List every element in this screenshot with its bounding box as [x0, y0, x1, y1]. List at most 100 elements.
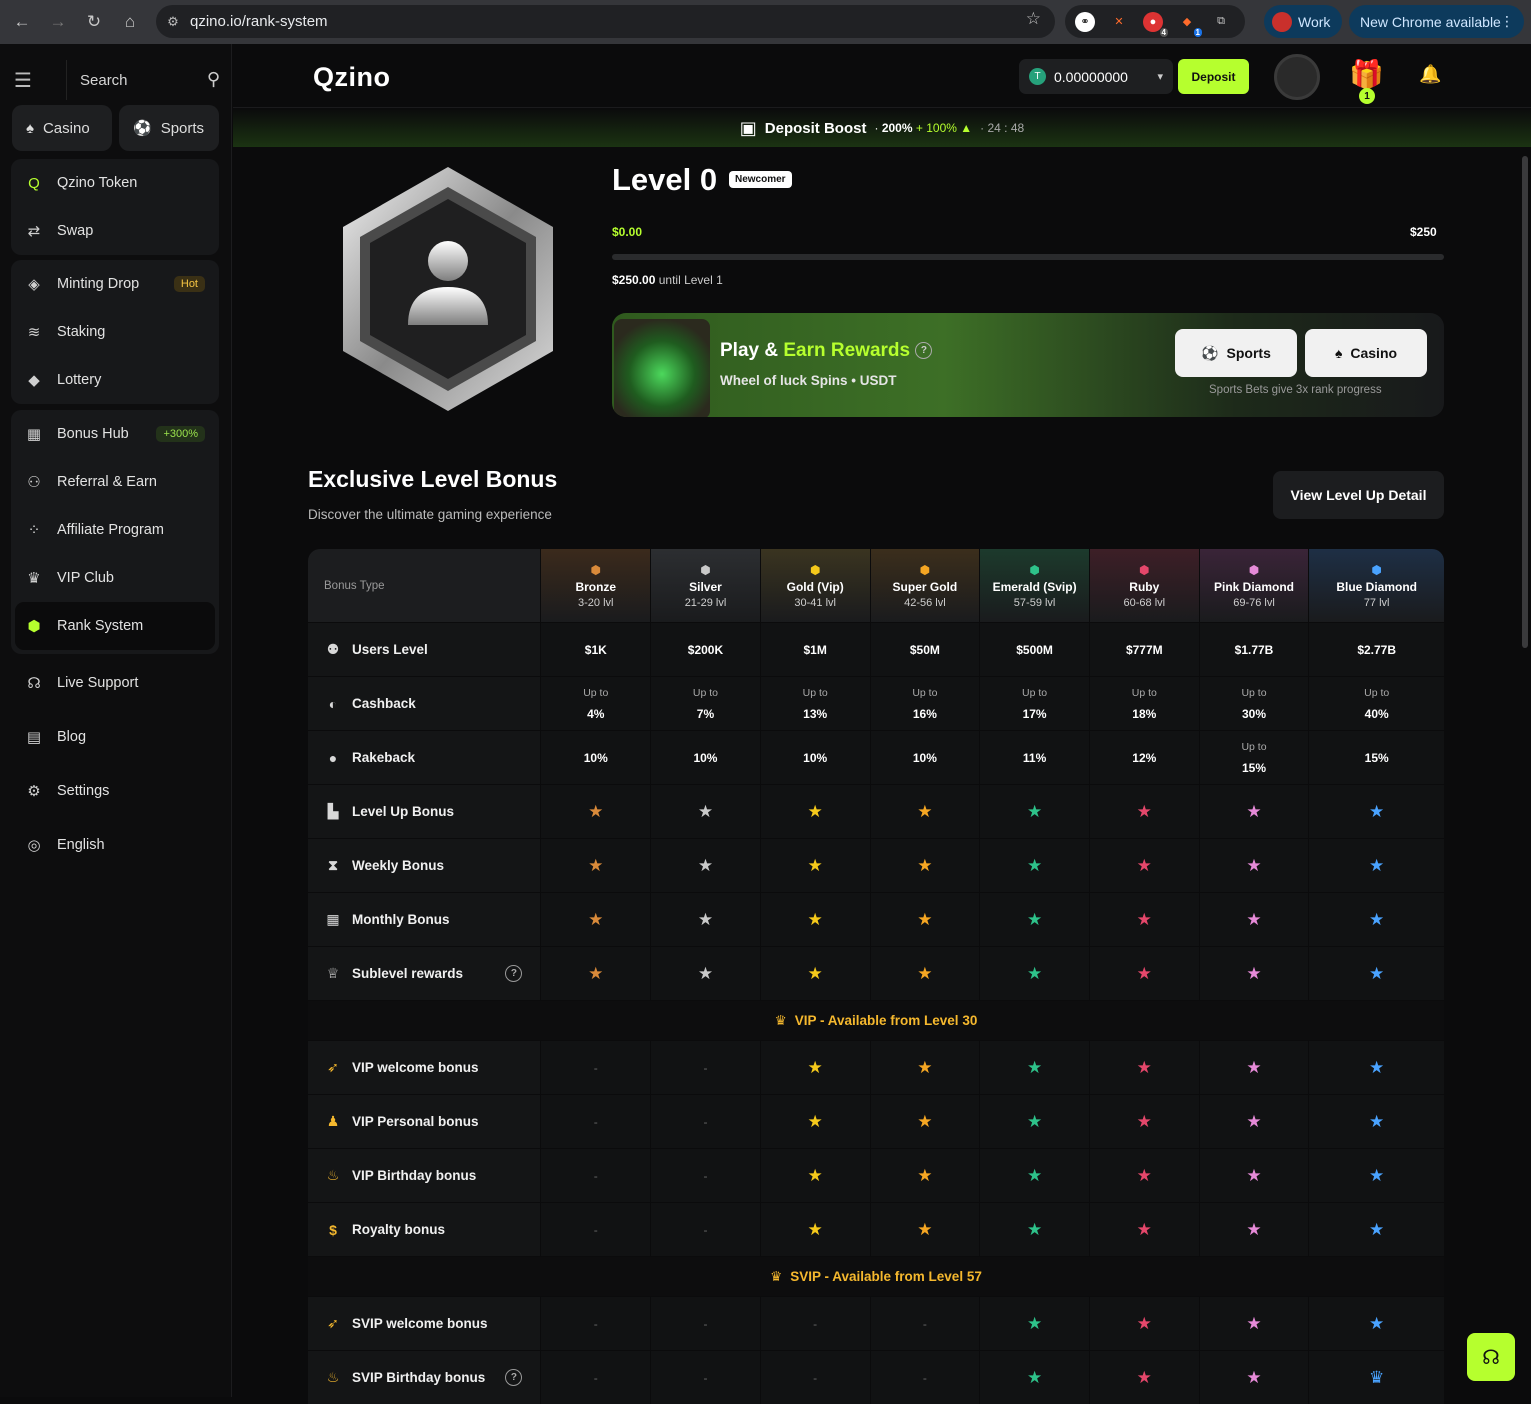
table-cell: ★ — [759, 947, 870, 1000]
table-cell: ★ — [1088, 1203, 1199, 1256]
tier-range: 77 lvl — [1363, 596, 1390, 609]
sidebar-item-language[interactable]: ◎ English — [11, 818, 219, 872]
bookmark-star-icon[interactable]: ☆ — [1026, 10, 1041, 27]
tier-name: Bronze — [575, 579, 617, 594]
hamburger-menu-icon[interactable]: ☰ — [14, 68, 54, 93]
row-label: ▙ Level Up Bonus — [308, 785, 540, 838]
promo-title: Play & Earn Rewards ? — [720, 340, 933, 362]
gear-icon: ⚙ — [27, 783, 41, 800]
sidebar-item-referral[interactable]: ⚇ Referral & Earn — [11, 458, 219, 506]
back-icon[interactable]: ← — [4, 4, 40, 40]
profile-button[interactable]: Work — [1264, 5, 1342, 38]
level-progress-bar — [612, 254, 1444, 260]
star-icon: ★ — [1246, 856, 1262, 875]
promo-subtitle: Wheel of luck Spins • USDT — [720, 373, 897, 388]
row-label: ⧗ Weekly Bonus — [308, 839, 540, 892]
sidebar-item-lottery[interactable]: ◆ Lottery — [11, 356, 219, 404]
table-cell: $1M — [759, 623, 870, 676]
star-icon: ★ — [917, 910, 933, 929]
chrome-update-button[interactable]: New Chrome available ⋮ — [1349, 5, 1524, 38]
star-icon: ★ — [1369, 1220, 1385, 1239]
spade-icon: ♠ — [1334, 345, 1343, 361]
diamond-icon: ◈ — [28, 276, 40, 293]
cell-value: $2.77B — [1357, 642, 1397, 657]
sidebar-item-settings[interactable]: ⚙ Settings — [11, 764, 219, 818]
star-icon: ★ — [1246, 964, 1262, 983]
balance-selector[interactable]: T 0.00000000 ▾ — [1019, 59, 1173, 94]
table-cell: ★ — [1308, 839, 1444, 892]
extension-fox-icon[interactable]: ◆ 1 — [1177, 12, 1202, 37]
cell-value: 17% — [1022, 706, 1047, 721]
casino-button[interactable]: ♠ Casino — [12, 105, 112, 151]
up-to-label: Up to — [1131, 686, 1157, 699]
sidebar-item-minting-drop[interactable]: ◈ Minting Drop Hot — [11, 260, 219, 308]
gift-box-icon[interactable]: 🎁 1 — [1349, 58, 1384, 104]
promo-sports-button[interactable]: ⚽ Sports — [1175, 329, 1297, 377]
help-icon[interactable]: ? — [505, 1369, 523, 1386]
star-icon: ★ — [1136, 1314, 1152, 1333]
table-cell: ★ — [650, 947, 760, 1000]
row-label-text: VIP Birthday bonus — [352, 1168, 477, 1183]
star-icon: ★ — [807, 1166, 823, 1185]
search-input[interactable]: Search ⚲ — [66, 60, 230, 100]
section-subtitle: Discover the ultimate gaming experience — [308, 507, 552, 522]
extension-red-icon[interactable]: ● 4 — [1143, 11, 1168, 37]
help-icon[interactable]: ? — [505, 965, 523, 982]
address-bar[interactable]: ⚙ qzino.io/rank-system ☆ — [156, 5, 1055, 38]
table-cell: ★ — [979, 1351, 1089, 1404]
sidebar-item-bonus-hub[interactable]: ▦ Bonus Hub +300% — [11, 410, 219, 458]
star-icon: ★ — [1246, 1058, 1262, 1077]
table-cell: $500M — [979, 623, 1089, 676]
table-cell: - — [650, 1095, 760, 1148]
page-scrollbar[interactable] — [1522, 156, 1528, 648]
help-icon[interactable]: ? — [915, 342, 933, 360]
kebab-menu-icon[interactable]: ⋮ — [1500, 13, 1514, 30]
live-support-button[interactable]: ☊ — [1467, 1333, 1515, 1381]
forward-icon[interactable]: → — [40, 4, 76, 40]
extension-x-icon[interactable]: ✕ — [1109, 12, 1129, 32]
qzino-logo[interactable]: Qzino — [313, 62, 391, 93]
blog-icon: ▤ — [26, 729, 42, 746]
row-label-text: Monthly Bonus — [352, 912, 450, 927]
sidebar-item-staking[interactable]: ≋ Staking — [11, 308, 219, 356]
star-icon: ★ — [1246, 802, 1262, 821]
sidebar-item-affiliate[interactable]: ⁘ Affiliate Program — [11, 506, 219, 554]
sports-button[interactable]: ⚽ Sports — [119, 105, 219, 151]
table-cell: ★ — [1088, 1297, 1199, 1350]
tier-shield-icon: ⬢ — [1248, 562, 1260, 577]
sidebar-item-live-support[interactable]: ☊ Live Support — [11, 656, 219, 710]
cell-value: $777M — [1125, 642, 1163, 657]
extension-link-icon[interactable]: ⚭ — [1075, 11, 1095, 32]
view-level-up-detail-button[interactable]: View Level Up Detail — [1273, 471, 1444, 519]
search-icon[interactable]: ⚲ — [207, 69, 220, 90]
tier-header-silver: ⬢ Silver 21-29 lvl — [650, 549, 760, 622]
table-row: ➶ VIP welcome bonus - - ★ ★ ★ ★ ★ ★ — [308, 1040, 1444, 1094]
cell-value: 18% — [1132, 706, 1157, 721]
notification-bell-icon[interactable]: 🔔 — [1419, 64, 1441, 85]
table-cell: ★ — [869, 1149, 980, 1202]
promo-casino-button[interactable]: ♠ Casino — [1305, 329, 1427, 377]
reload-icon[interactable]: ↻ — [76, 4, 112, 40]
gift-icon: ▦ — [26, 426, 42, 443]
site-settings-icon[interactable]: ⚙ — [156, 14, 190, 30]
deposit-button[interactable]: Deposit — [1178, 59, 1249, 94]
sidebar-item-vip-club[interactable]: ♛ VIP Club — [11, 554, 219, 602]
puzzle-icon[interactable]: ⧉ — [1211, 12, 1231, 32]
sidebar-item-rank-system[interactable]: ⬢ Rank System — [15, 602, 215, 650]
star-icon: ★ — [917, 1058, 933, 1077]
table-cell: - — [759, 1297, 870, 1350]
sidebar-item-qzino-token[interactable]: Q Qzino Token — [11, 159, 219, 207]
star-icon: ★ — [917, 802, 933, 821]
deposit-boost-banner[interactable]: ▣ Deposit Boost · 200% + 100% ▲ · 24 : 4… — [233, 109, 1531, 147]
table-cell: - — [540, 1297, 651, 1350]
home-icon[interactable]: ⌂ — [112, 4, 148, 40]
cell-value: 11% — [1022, 750, 1047, 765]
tier-shield-icon: ⬢ — [1139, 562, 1150, 577]
table-cell: ★ — [979, 1297, 1089, 1350]
tier-name: Pink Diamond — [1213, 579, 1294, 594]
browser-toolbar: ← → ↻ ⌂ ⚙ qzino.io/rank-system ☆ ⚭ ✕ ● 4 … — [0, 0, 1531, 44]
avatar[interactable] — [1274, 54, 1320, 100]
table-cell: Up to 15% — [1198, 731, 1309, 784]
sidebar-item-blog[interactable]: ▤ Blog — [11, 710, 219, 764]
sidebar-item-swap[interactable]: ⇄ Swap — [11, 207, 219, 255]
